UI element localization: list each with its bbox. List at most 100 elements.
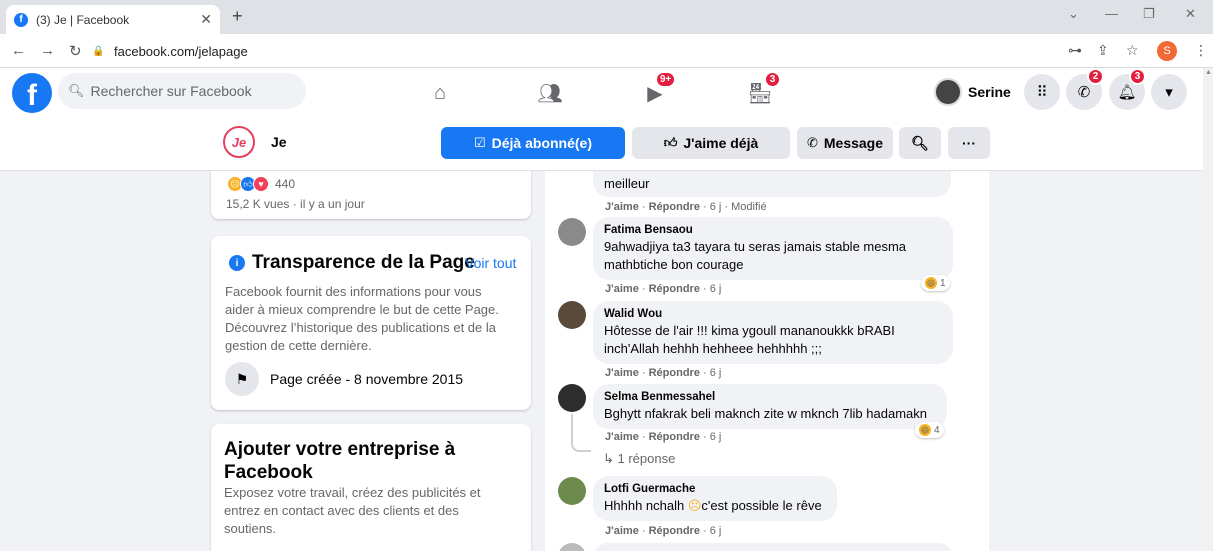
thread-line <box>571 414 591 452</box>
laugh-reaction-icon: 😆︎ <box>919 424 931 436</box>
account-dropdown-icon[interactable]: ▾ <box>1151 74 1187 110</box>
restore-icon[interactable]: ❐ <box>1143 6 1155 22</box>
love-reaction-icon: ♥ <box>253 176 269 192</box>
comment-meta: J'aime · Répondre · 6 j <box>605 283 722 295</box>
browser-profile-avatar[interactable]: S <box>1157 41 1177 61</box>
comment-bubble <box>593 543 953 551</box>
avatar[interactable] <box>558 543 586 551</box>
reply-link[interactable]: Répondre <box>649 283 700 295</box>
reply-link[interactable]: Répondre <box>649 201 700 213</box>
comment-text: 9ahwadjiya ta3 tayara tu seras jamais st… <box>604 239 907 272</box>
facebook-header: f 🔍︎ Rechercher sur Facebook ⌂ 👥︎ ▶ 9+ 🏪… <box>0 68 1213 117</box>
comment-meta: J'aime · Répondre · 6 j <box>605 367 722 379</box>
reply-link[interactable]: Répondre <box>649 367 700 379</box>
forward-icon[interactable]: → <box>40 42 55 59</box>
scroll-up-icon[interactable]: ▲ <box>1205 69 1212 76</box>
comment-text: meilleur <box>604 176 650 191</box>
share-icon[interactable]: ⇪ <box>1097 42 1109 59</box>
star-icon[interactable]: ☆ <box>1126 42 1139 59</box>
tab-search-icon[interactable]: ⌄ <box>1068 6 1079 22</box>
reply-arrow-icon: ↳ <box>603 451 618 466</box>
see-all-link[interactable]: Voir tout <box>465 255 516 271</box>
reload-icon[interactable]: ↻ <box>69 42 82 60</box>
key-icon[interactable]: ⊶ <box>1068 42 1082 59</box>
comment-bubble: meilleur <box>593 171 951 197</box>
view-replies-link[interactable]: ↳ 1 réponse <box>603 451 675 467</box>
page-avatar[interactable]: Je <box>223 126 255 158</box>
commenter-name[interactable]: Fatima Bensaou <box>604 223 942 238</box>
back-icon[interactable]: ← <box>11 42 26 59</box>
avatar[interactable] <box>558 477 586 505</box>
facebook-logo-icon[interactable]: f <box>12 73 52 113</box>
message-button[interactable]: ✆ Message <box>797 127 893 159</box>
reply-link[interactable]: Répondre <box>649 525 700 537</box>
commenter-name[interactable]: Selma Benmessahel <box>604 390 936 405</box>
liked-label: J'aime déjà <box>683 135 759 151</box>
browser-menu-icon[interactable]: ⋮ <box>1194 42 1208 59</box>
user-name: Serine <box>968 84 1011 100</box>
comment-reactions[interactable]: 😆︎ 1 <box>921 275 950 291</box>
comment-bubble: Lotfi Guermache Hhhhh nchalh ☹c'est poss… <box>593 476 837 521</box>
info-icon: i <box>229 255 245 271</box>
scrollbar[interactable]: ▲ <box>1203 68 1213 551</box>
page-name[interactable]: Je <box>271 134 287 150</box>
browser-tab-bar: f (3) Je | Facebook ✕ + ⌄ — ❐ ✕ <box>0 0 1213 34</box>
check-icon: ☑ <box>473 135 486 150</box>
business-description: Exposez votre travail, créez des publici… <box>224 485 481 536</box>
like-link[interactable]: J'aime <box>605 283 639 295</box>
page-created-text: Page créée - 8 novembre 2015 <box>270 371 464 387</box>
comment-text: Bghytt nfakrak beli maknch zite w mknch … <box>604 406 927 421</box>
messenger-badge: 2 <box>1087 68 1104 85</box>
page-search-button[interactable]: 🔍︎ <box>899 127 941 159</box>
like-link[interactable]: J'aime <box>605 525 639 537</box>
menu-grid-icon[interactable]: ⠿ <box>1024 74 1060 110</box>
avatar[interactable] <box>558 218 586 246</box>
search-icon: 🔍︎ <box>68 83 85 98</box>
comment-reactions[interactable]: 😆︎ 4 <box>915 422 944 438</box>
comment-meta: J'aime · Répondre · 6 j · Modifié <box>605 201 767 213</box>
like-link[interactable]: J'aime <box>605 201 639 213</box>
marketplace-badge: 3 <box>764 71 781 88</box>
close-tab-icon[interactable]: ✕ <box>200 11 212 28</box>
like-link[interactable]: J'aime <box>605 431 639 443</box>
friends-icon[interactable]: 👥︎ <box>530 78 570 108</box>
liked-button[interactable]: 👍︎ J'aime déjà <box>632 127 790 159</box>
subscribed-label: Déjà abonné(e) <box>491 135 592 151</box>
crying-emoji-icon: ☹ <box>687 498 702 513</box>
reactions-count: 440 <box>275 177 296 191</box>
new-tab-icon[interactable]: + <box>232 6 243 27</box>
comment-text: Hhhhh nchalh ☹c'est possible le rêve <box>604 498 822 513</box>
comment-bubble: Walid Wou Hôtesse de l'air !!! kima ygou… <box>593 301 953 364</box>
page-action-bar: Je Je ☑ Déjà abonné(e) 👍︎ J'aime déjà ✆ … <box>0 117 1203 171</box>
commenter-name[interactable]: Walid Wou <box>604 307 942 322</box>
address-bar: ← → ↻ 🔒 facebook.com/jelapage ⊶ ⇪ ☆ S ⋮ <box>0 34 1213 68</box>
notifications-badge: 3 <box>1129 68 1146 85</box>
tab-title: (3) Je | Facebook <box>36 12 130 27</box>
minimize-icon[interactable]: — <box>1105 6 1118 21</box>
reply-link[interactable]: Répondre <box>649 431 700 443</box>
transparency-title: i Transparence de la Page <box>229 252 475 274</box>
flag-icon: ⚑ <box>225 362 259 396</box>
home-icon[interactable]: ⌂ <box>420 78 460 108</box>
url-field[interactable]: 🔒 facebook.com/jelapage <box>92 38 1052 64</box>
business-title: Ajouter votre entreprise à Facebook <box>224 439 456 483</box>
url-text: facebook.com/jelapage <box>114 43 248 59</box>
post-reactions[interactable]: ☹ 👍︎ ♥ 440 <box>227 176 295 192</box>
user-profile-chip[interactable]: Serine <box>934 76 1011 108</box>
search-icon: 🔍︎ <box>911 134 929 151</box>
close-window-icon[interactable]: ✕ <box>1185 6 1196 22</box>
browser-tab[interactable]: f (3) Je | Facebook ✕ <box>6 5 220 34</box>
comments-feed: meilleur J'aime · Répondre · 6 j · Modif… <box>545 171 989 551</box>
commenter-name[interactable]: Lotfi Guermache <box>604 482 826 497</box>
search-input[interactable]: 🔍︎ Rechercher sur Facebook <box>58 73 306 109</box>
like-link[interactable]: J'aime <box>605 367 639 379</box>
search-placeholder: Rechercher sur Facebook <box>90 83 252 99</box>
comment-text: Hôtesse de l'air !!! kima ygoull mananou… <box>604 323 895 356</box>
avatar[interactable] <box>558 384 586 412</box>
more-icon: ··· <box>962 135 976 151</box>
subscribed-button[interactable]: ☑ Déjà abonné(e) <box>441 127 625 159</box>
page-created: ⚑ Page créée - 8 novembre 2015 <box>225 362 463 396</box>
lock-icon: 🔒 <box>92 45 105 57</box>
avatar[interactable] <box>558 301 586 329</box>
more-options-button[interactable]: ··· <box>948 127 990 159</box>
